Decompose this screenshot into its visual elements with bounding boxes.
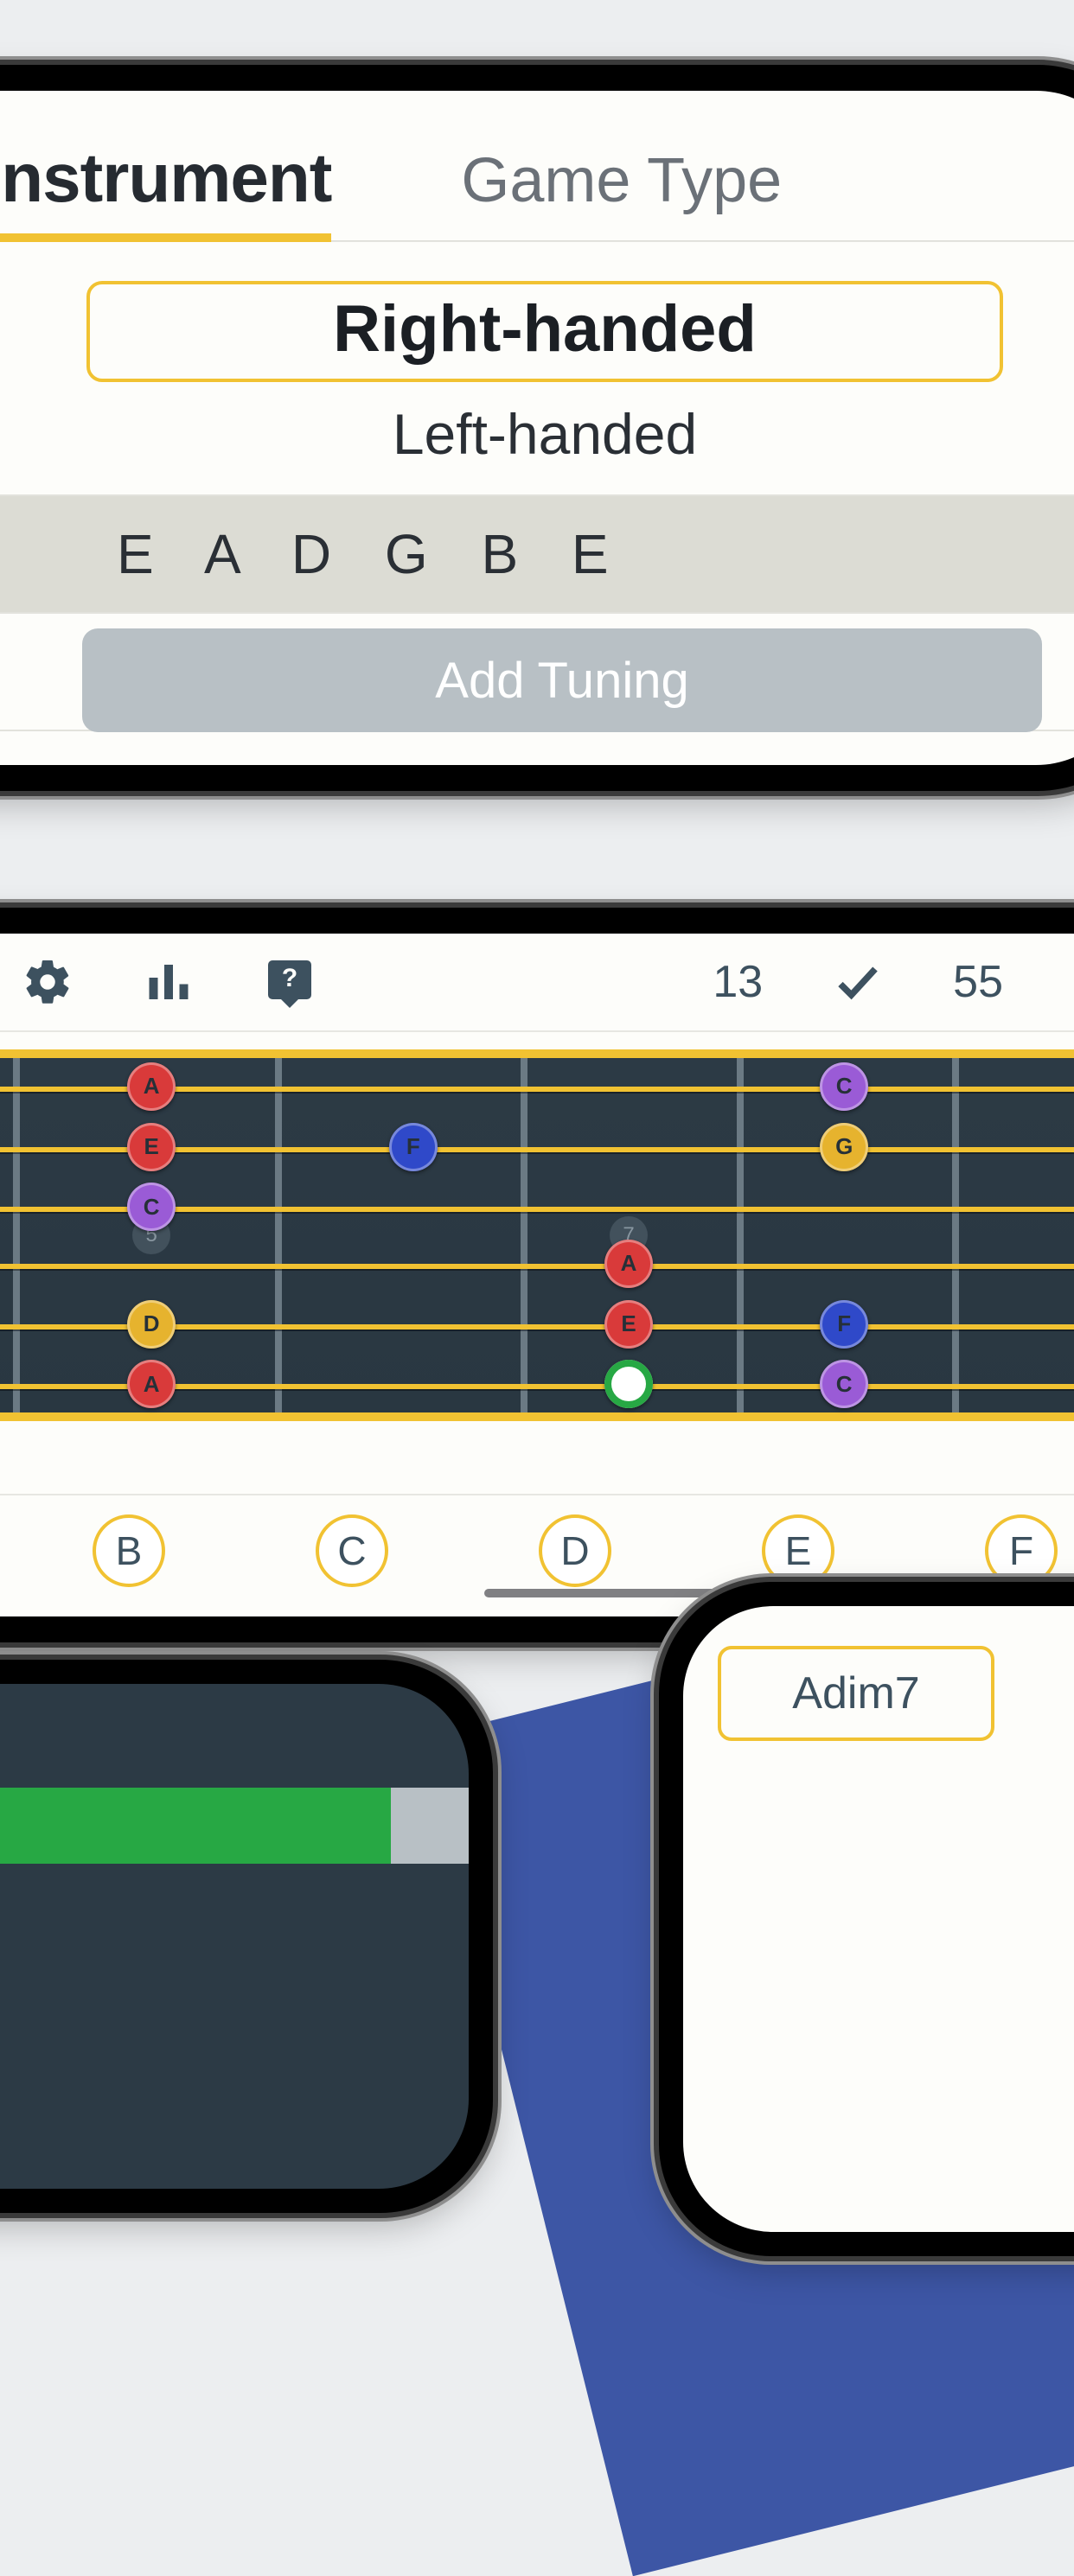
settings-screen: Instrument Game Type Right-handed Left-h… xyxy=(0,91,1074,765)
tuning-item[interactable]: E A D G B E xyxy=(0,494,1074,612)
answer-button[interactable]: D xyxy=(539,1514,611,1587)
fretboard[interactable]: 57AECDABFAECGFC xyxy=(0,1049,1074,1421)
answer-button[interactable]: B xyxy=(93,1514,165,1587)
fret-note[interactable]: F xyxy=(389,1123,438,1171)
fret-note[interactable]: D xyxy=(127,1300,176,1349)
fret-note[interactable]: A xyxy=(127,1360,176,1408)
fret-note[interactable]: A xyxy=(127,1062,176,1111)
tuning-item[interactable]: D A D G B E xyxy=(0,730,1074,765)
fret-note[interactable]: E xyxy=(127,1123,176,1171)
device-frame-chord: Adim7 xyxy=(659,1582,1074,2256)
check-icon xyxy=(832,956,884,1008)
answer-button[interactable]: E xyxy=(762,1514,834,1587)
tab-game-type[interactable]: Game Type xyxy=(461,145,782,216)
answer-button[interactable]: C xyxy=(316,1514,388,1587)
stats-icon[interactable] xyxy=(143,956,195,1008)
fret-note[interactable]: G xyxy=(820,1123,868,1171)
chord-screen: Adim7 xyxy=(683,1606,1074,2232)
score-wrong: 55 xyxy=(953,956,1003,1008)
fret-note[interactable]: C xyxy=(820,1360,868,1408)
help-icon[interactable]: ? xyxy=(264,956,316,1008)
handedness-right[interactable]: Right-handed xyxy=(86,281,1003,382)
score-correct: 13 xyxy=(713,956,763,1008)
fret-note[interactable] xyxy=(604,1360,653,1408)
progress-seg-green xyxy=(0,1788,391,1864)
device-frame-game: ? 13 55 57AECDA xyxy=(0,908,1074,1642)
progress-screen xyxy=(0,1684,469,2189)
svg-text:?: ? xyxy=(282,964,297,992)
progress-bar xyxy=(0,1788,469,1864)
chord-name[interactable]: Adim7 xyxy=(718,1646,994,1741)
game-topbar: ? 13 55 xyxy=(0,934,1074,1032)
gear-icon[interactable] xyxy=(22,956,74,1008)
fret-note[interactable]: C xyxy=(820,1062,868,1111)
device-frame-settings: Instrument Game Type Right-handed Left-h… xyxy=(0,65,1074,791)
settings-tabs: Instrument Game Type xyxy=(0,91,1074,242)
progress-seg-gray xyxy=(391,1788,469,1864)
answer-button[interactable]: F xyxy=(985,1514,1058,1587)
handedness-left[interactable]: Left-handed xyxy=(86,401,1003,467)
fret-note[interactable]: C xyxy=(127,1183,176,1231)
tab-instrument[interactable]: Instrument xyxy=(0,138,331,242)
fret-note[interactable]: A xyxy=(604,1240,653,1288)
device-frame-progress xyxy=(0,1660,493,2213)
game-screen: ? 13 55 57AECDA xyxy=(0,934,1074,1616)
fret-note[interactable]: F xyxy=(820,1300,868,1349)
add-tuning-button[interactable]: Add Tuning xyxy=(82,628,1042,732)
fret-note[interactable]: E xyxy=(604,1300,653,1349)
